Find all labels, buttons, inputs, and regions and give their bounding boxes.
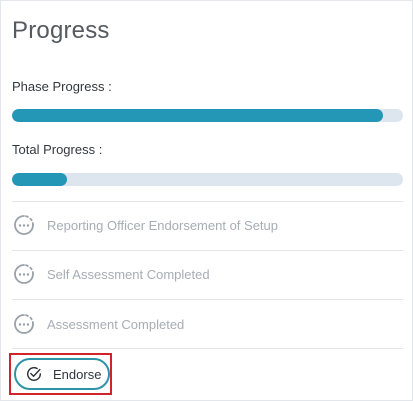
total-progress-label: Total Progress : (12, 142, 103, 157)
divider (12, 250, 403, 251)
divider (12, 348, 403, 349)
pending-clock-icon (14, 314, 34, 334)
step-label: Assessment Completed (47, 316, 185, 332)
endorse-button-label: Endorse (53, 366, 102, 382)
total-progress-fill (12, 173, 67, 186)
phase-progress-bar (12, 109, 403, 122)
divider (12, 299, 403, 300)
step-label: Reporting Officer Endorsement of Setup (47, 217, 278, 233)
pending-clock-icon (14, 215, 34, 235)
phase-progress-label: Phase Progress : (12, 79, 112, 94)
step-self-assessment-completed: Self Assessment Completed (12, 261, 210, 287)
step-assessment-completed: Assessment Completed (12, 311, 184, 337)
total-progress-bar (12, 173, 403, 186)
endorse-button[interactable]: Endorse (14, 358, 110, 390)
pending-clock-icon (14, 264, 34, 284)
step-label: Self Assessment Completed (47, 266, 210, 282)
panel-title: Progress (12, 17, 110, 44)
divider (12, 201, 403, 202)
check-circle-icon (27, 366, 42, 381)
phase-progress-fill (12, 109, 384, 122)
progress-panel: Progress Phase Progress : Total Progress… (0, 0, 413, 401)
step-reporting-officer-endorsement: Reporting Officer Endorsement of Setup (12, 212, 278, 238)
